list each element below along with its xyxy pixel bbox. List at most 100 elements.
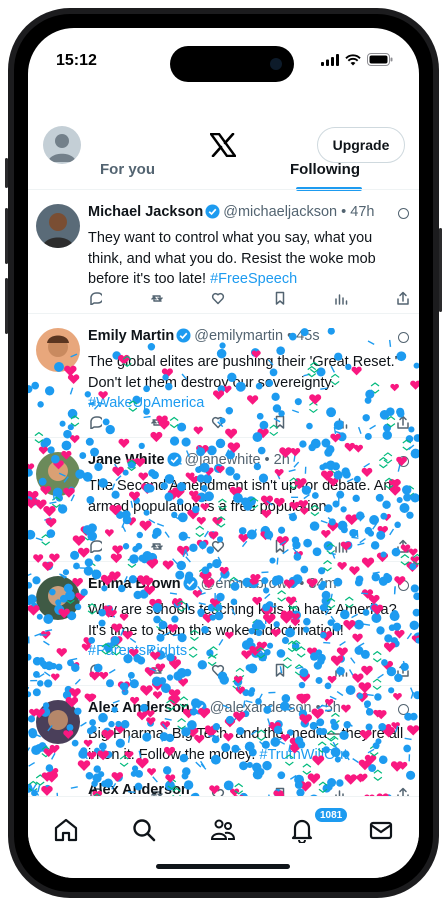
post-header: Emily Martin @emilymartin • 45s [88,328,320,344]
post-time: 45s [296,328,320,344]
home-icon[interactable] [53,817,79,843]
share-icon[interactable] [396,291,410,305]
post-body: The global elites are pushing their 'Gre… [88,354,398,391]
reply-icon[interactable] [88,663,102,677]
share-icon[interactable] [396,539,410,553]
post-text: The global elites are pushing their 'Gre… [88,352,408,414]
repost-icon[interactable] [150,539,164,553]
reply-icon[interactable] [88,291,102,305]
reply-icon[interactable] [88,539,102,553]
post-handle: @emilymartin [194,328,284,344]
post-avatar[interactable] [36,700,80,744]
post-header: Emma Brown @emmabrown • 34m [88,576,337,592]
post-text: Big Pharma, Big Tech, and the media—they… [88,724,408,765]
post-avatar[interactable] [36,328,80,372]
post-more-icon[interactable] [398,456,409,467]
post-author-name[interactable]: Emma Brown [88,576,181,592]
home-indicator [156,864,290,869]
repost-icon[interactable] [150,415,164,429]
post-handle: @michaeljackson [223,204,338,220]
post-handle: @emmabrown [200,576,296,592]
post-avatar[interactable] [36,576,80,620]
mute-switch [5,158,8,188]
status-bar: 15:12 [28,28,419,82]
views-icon[interactable] [334,539,348,553]
like-icon[interactable] [211,415,225,429]
bookmark-icon[interactable] [273,539,287,553]
post-time: 34m [308,576,337,592]
post-time: 5h [324,700,341,716]
post-author-name[interactable]: Jane White [88,452,165,468]
hashtag-link[interactable]: #WakeUpAmerica [88,395,204,411]
verified-badge-icon [167,452,182,467]
post[interactable]: Emma Brown @emmabrown • 34m Why are schoo… [28,562,419,686]
post-time: 2h [273,452,290,468]
post-avatar[interactable] [36,204,80,248]
post-time: 47h [350,204,375,220]
wifi-icon [345,53,361,65]
top-header: Upgrade [28,100,419,164]
post-author-name[interactable]: Michael Jackson [88,204,203,220]
system-icons [321,53,393,66]
post-actions [88,539,410,553]
post[interactable]: Jane White @janewhite • 2h The Second Ame… [28,438,419,562]
repost-icon[interactable] [150,291,164,305]
status-time: 15:12 [56,52,97,69]
hashtag-link[interactable]: #FreeSpeech [210,271,297,287]
post-more-icon[interactable] [398,208,409,219]
power-button [439,228,442,312]
post-text: They want to control what you say, what … [88,228,408,290]
verified-badge-icon [176,328,191,343]
tab-for-you[interactable]: For you [100,161,155,178]
post-avatar[interactable] [36,452,80,496]
x-logo-icon[interactable] [210,133,236,157]
signal-icon [321,53,339,66]
profile-avatar[interactable] [43,126,81,164]
bookmark-icon[interactable] [273,415,287,429]
views-icon[interactable] [334,663,348,677]
post-more-icon[interactable] [398,580,409,591]
hashtag-link[interactable]: #ParentsRights [88,643,187,659]
post-header: Michael Jackson @michaeljackson • 47h [88,204,375,220]
messages-icon[interactable] [368,817,394,843]
post[interactable]: Michael Jackson @michaeljackson • 47h The… [28,190,419,314]
search-icon[interactable] [131,817,157,843]
post[interactable]: Emily Martin @emilymartin • 45s The globa… [28,314,419,438]
verified-badge-icon [205,204,220,219]
post[interactable]: Alex Anderson @alexanderson • 5h Big Phar… [28,686,419,810]
post-more-icon[interactable] [398,704,409,715]
views-icon[interactable] [334,415,348,429]
post-more-icon[interactable] [398,332,409,343]
dynamic-island [170,46,294,82]
hashtag-link[interactable]: #TruthWillOut [259,747,347,763]
camera-icon [270,58,282,70]
notification-count-badge: 1081 [314,807,349,823]
post-body: The Second Amendment isn't up for debate… [88,478,392,515]
share-icon[interactable] [396,663,410,677]
share-icon[interactable] [396,415,410,429]
post-actions [88,291,410,305]
like-icon[interactable] [211,539,225,553]
bookmark-icon[interactable] [273,663,287,677]
post-header: Alex Anderson @alexanderson • 5h [88,700,341,716]
views-icon[interactable] [334,291,348,305]
post-body: Why are schools teaching kids to hate Am… [88,602,397,639]
bookmark-icon[interactable] [273,291,287,305]
notifications-icon[interactable] [289,817,315,843]
post-handle: @alexanderson [209,700,312,716]
communities-icon[interactable] [210,817,236,843]
like-icon[interactable] [211,291,225,305]
reply-icon[interactable] [88,415,102,429]
post-text: The Second Amendment isn't up for debate… [88,476,408,517]
post-author-name[interactable]: Alex Anderson [88,700,190,716]
post-text: Why are schools teaching kids to hate Am… [88,600,408,662]
default-avatar-icon [48,134,76,162]
repost-icon[interactable] [150,663,164,677]
post-handle: @janewhite [184,452,261,468]
timeline-tabs: For you Following [28,161,419,191]
post-author-name[interactable]: Emily Martin [88,328,174,344]
phone-screen: 15:12 Upgrade For you Following Michael … [28,28,419,878]
tab-following[interactable]: Following [290,161,360,178]
upgrade-button[interactable]: Upgrade [317,127,405,163]
like-icon[interactable] [211,663,225,677]
